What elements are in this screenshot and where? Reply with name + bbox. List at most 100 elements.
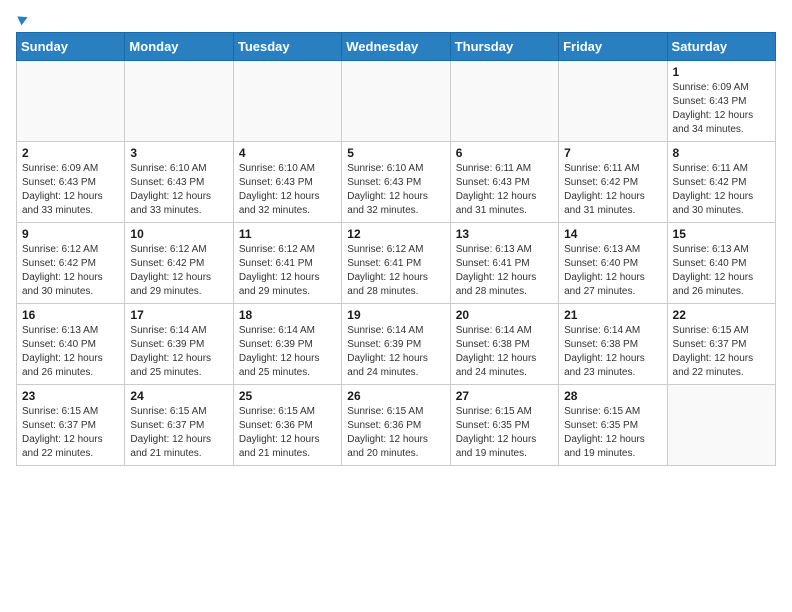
day-number: 15	[673, 227, 770, 241]
day-info: Sunrise: 6:15 AM Sunset: 6:35 PM Dayligh…	[456, 405, 553, 461]
day-info: Sunrise: 6:10 AM Sunset: 6:43 PM Dayligh…	[130, 162, 227, 218]
day-number: 12	[347, 227, 444, 241]
calendar-body: 1 Sunrise: 6:09 AM Sunset: 6:43 PM Daylig…	[17, 61, 776, 466]
calendar-day-cell	[667, 385, 775, 466]
day-number: 28	[564, 389, 661, 403]
day-number: 25	[239, 389, 336, 403]
weekday-header: Thursday	[450, 33, 558, 61]
day-info: Sunrise: 6:13 AM Sunset: 6:40 PM Dayligh…	[564, 243, 661, 299]
day-info: Sunrise: 6:12 AM Sunset: 6:41 PM Dayligh…	[347, 243, 444, 299]
day-info: Sunrise: 6:15 AM Sunset: 6:35 PM Dayligh…	[564, 405, 661, 461]
calendar-day-cell: 7Sunrise: 6:11 AM Sunset: 6:42 PM Daylig…	[559, 142, 667, 223]
day-info: Sunrise: 6:09 AM Sunset: 6:43 PM Dayligh…	[673, 81, 770, 137]
calendar-day-cell: 24 Sunrise: 6:15 AM Sunset: 6:37 PM Dayli…	[125, 385, 233, 466]
calendar-day-cell: 18 Sunrise: 6:14 AM Sunset: 6:39 PM Dayli…	[233, 304, 341, 385]
day-info: Sunrise: 6:13 AM Sunset: 6:40 PM Dayligh…	[22, 324, 119, 380]
calendar-day-cell: 1 Sunrise: 6:09 AM Sunset: 6:43 PM Daylig…	[667, 61, 775, 142]
calendar-day-cell	[233, 61, 341, 142]
calendar-day-cell: 12 Sunrise: 6:12 AM Sunset: 6:41 PM Dayli…	[342, 223, 450, 304]
calendar-header: SundayMondayTuesdayWednesdayThursdayFrid…	[17, 33, 776, 61]
calendar-day-cell	[450, 61, 558, 142]
day-number: 10	[130, 227, 227, 241]
day-number: 9	[22, 227, 119, 241]
calendar-day-cell	[342, 61, 450, 142]
calendar-day-cell: 6 Sunrise: 6:11 AM Sunset: 6:43 PM Daylig…	[450, 142, 558, 223]
day-info: Sunrise: 6:14 AM Sunset: 6:39 PM Dayligh…	[347, 324, 444, 380]
day-number: 23	[22, 389, 119, 403]
calendar-day-cell: 10 Sunrise: 6:12 AM Sunset: 6:42 PM Dayli…	[125, 223, 233, 304]
day-info: Sunrise: 6:14 AM Sunset: 6:39 PM Dayligh…	[239, 324, 336, 380]
calendar-week-row: 1 Sunrise: 6:09 AM Sunset: 6:43 PM Daylig…	[17, 61, 776, 142]
calendar-day-cell: 5 Sunrise: 6:10 AM Sunset: 6:43 PM Daylig…	[342, 142, 450, 223]
calendar-day-cell: 17 Sunrise: 6:14 AM Sunset: 6:39 PM Dayli…	[125, 304, 233, 385]
day-number: 27	[456, 389, 553, 403]
day-info: Sunrise: 6:15 AM Sunset: 6:37 PM Dayligh…	[22, 405, 119, 461]
day-info: Sunrise: 6:14 AM Sunset: 6:39 PM Dayligh…	[130, 324, 227, 380]
weekday-header: Sunday	[17, 33, 125, 61]
calendar-day-cell: 14Sunrise: 6:13 AM Sunset: 6:40 PM Dayli…	[559, 223, 667, 304]
day-info: Sunrise: 6:15 AM Sunset: 6:37 PM Dayligh…	[130, 405, 227, 461]
day-number: 5	[347, 146, 444, 160]
calendar-day-cell: 21 Sunrise: 6:14 AM Sunset: 6:38 PM Dayli…	[559, 304, 667, 385]
day-info: Sunrise: 6:12 AM Sunset: 6:42 PM Dayligh…	[22, 243, 119, 299]
calendar-day-cell: 27 Sunrise: 6:15 AM Sunset: 6:35 PM Dayli…	[450, 385, 558, 466]
calendar-day-cell	[125, 61, 233, 142]
calendar-day-cell: 9 Sunrise: 6:12 AM Sunset: 6:42 PM Daylig…	[17, 223, 125, 304]
day-number: 1	[673, 65, 770, 79]
calendar-day-cell: 22 Sunrise: 6:15 AM Sunset: 6:37 PM Dayli…	[667, 304, 775, 385]
day-info: Sunrise: 6:10 AM Sunset: 6:43 PM Dayligh…	[347, 162, 444, 218]
day-number: 16	[22, 308, 119, 322]
day-info: Sunrise: 6:12 AM Sunset: 6:42 PM Dayligh…	[130, 243, 227, 299]
day-number: 24	[130, 389, 227, 403]
calendar-week-row: 23 Sunrise: 6:15 AM Sunset: 6:37 PM Dayli…	[17, 385, 776, 466]
day-info: Sunrise: 6:10 AM Sunset: 6:43 PM Dayligh…	[239, 162, 336, 218]
day-info: Sunrise: 6:13 AM Sunset: 6:41 PM Dayligh…	[456, 243, 553, 299]
calendar-day-cell: 25 Sunrise: 6:15 AM Sunset: 6:36 PM Dayli…	[233, 385, 341, 466]
day-number: 11	[239, 227, 336, 241]
day-info: Sunrise: 6:11 AM Sunset: 6:42 PM Dayligh…	[564, 162, 661, 218]
weekday-header: Tuesday	[233, 33, 341, 61]
calendar-day-cell: 15Sunrise: 6:13 AM Sunset: 6:40 PM Dayli…	[667, 223, 775, 304]
day-number: 19	[347, 308, 444, 322]
logo-arrow-icon	[17, 13, 29, 26]
calendar-day-cell	[17, 61, 125, 142]
day-number: 26	[347, 389, 444, 403]
weekday-header: Monday	[125, 33, 233, 61]
weekday-header: Wednesday	[342, 33, 450, 61]
calendar-week-row: 2 Sunrise: 6:09 AM Sunset: 6:43 PM Daylig…	[17, 142, 776, 223]
day-info: Sunrise: 6:09 AM Sunset: 6:43 PM Dayligh…	[22, 162, 119, 218]
calendar-day-cell: 13 Sunrise: 6:13 AM Sunset: 6:41 PM Dayli…	[450, 223, 558, 304]
day-info: Sunrise: 6:15 AM Sunset: 6:37 PM Dayligh…	[673, 324, 770, 380]
weekday-header: Friday	[559, 33, 667, 61]
day-info: Sunrise: 6:14 AM Sunset: 6:38 PM Dayligh…	[564, 324, 661, 380]
calendar-day-cell: 8Sunrise: 6:11 AM Sunset: 6:42 PM Daylig…	[667, 142, 775, 223]
day-info: Sunrise: 6:15 AM Sunset: 6:36 PM Dayligh…	[239, 405, 336, 461]
calendar-table: SundayMondayTuesdayWednesdayThursdayFrid…	[16, 32, 776, 466]
calendar-day-cell: 23 Sunrise: 6:15 AM Sunset: 6:37 PM Dayli…	[17, 385, 125, 466]
day-number: 8	[673, 146, 770, 160]
calendar-day-cell: 16 Sunrise: 6:13 AM Sunset: 6:40 PM Dayli…	[17, 304, 125, 385]
day-number: 21	[564, 308, 661, 322]
calendar-day-cell: 2 Sunrise: 6:09 AM Sunset: 6:43 PM Daylig…	[17, 142, 125, 223]
day-number: 18	[239, 308, 336, 322]
calendar-day-cell: 28 Sunrise: 6:15 AM Sunset: 6:35 PM Dayli…	[559, 385, 667, 466]
day-number: 3	[130, 146, 227, 160]
calendar-day-cell: 3 Sunrise: 6:10 AM Sunset: 6:43 PM Daylig…	[125, 142, 233, 223]
calendar-day-cell: 26Sunrise: 6:15 AM Sunset: 6:36 PM Dayli…	[342, 385, 450, 466]
calendar-day-cell	[559, 61, 667, 142]
day-number: 20	[456, 308, 553, 322]
calendar-week-row: 9 Sunrise: 6:12 AM Sunset: 6:42 PM Daylig…	[17, 223, 776, 304]
calendar-day-cell: 19 Sunrise: 6:14 AM Sunset: 6:39 PM Dayli…	[342, 304, 450, 385]
day-number: 2	[22, 146, 119, 160]
calendar-day-cell: 4 Sunrise: 6:10 AM Sunset: 6:43 PM Daylig…	[233, 142, 341, 223]
page-header	[16, 16, 776, 24]
day-number: 13	[456, 227, 553, 241]
weekday-header: Saturday	[667, 33, 775, 61]
day-number: 22	[673, 308, 770, 322]
day-info: Sunrise: 6:11 AM Sunset: 6:43 PM Dayligh…	[456, 162, 553, 218]
day-info: Sunrise: 6:14 AM Sunset: 6:38 PM Dayligh…	[456, 324, 553, 380]
day-number: 4	[239, 146, 336, 160]
day-number: 17	[130, 308, 227, 322]
day-number: 6	[456, 146, 553, 160]
logo	[16, 16, 28, 24]
